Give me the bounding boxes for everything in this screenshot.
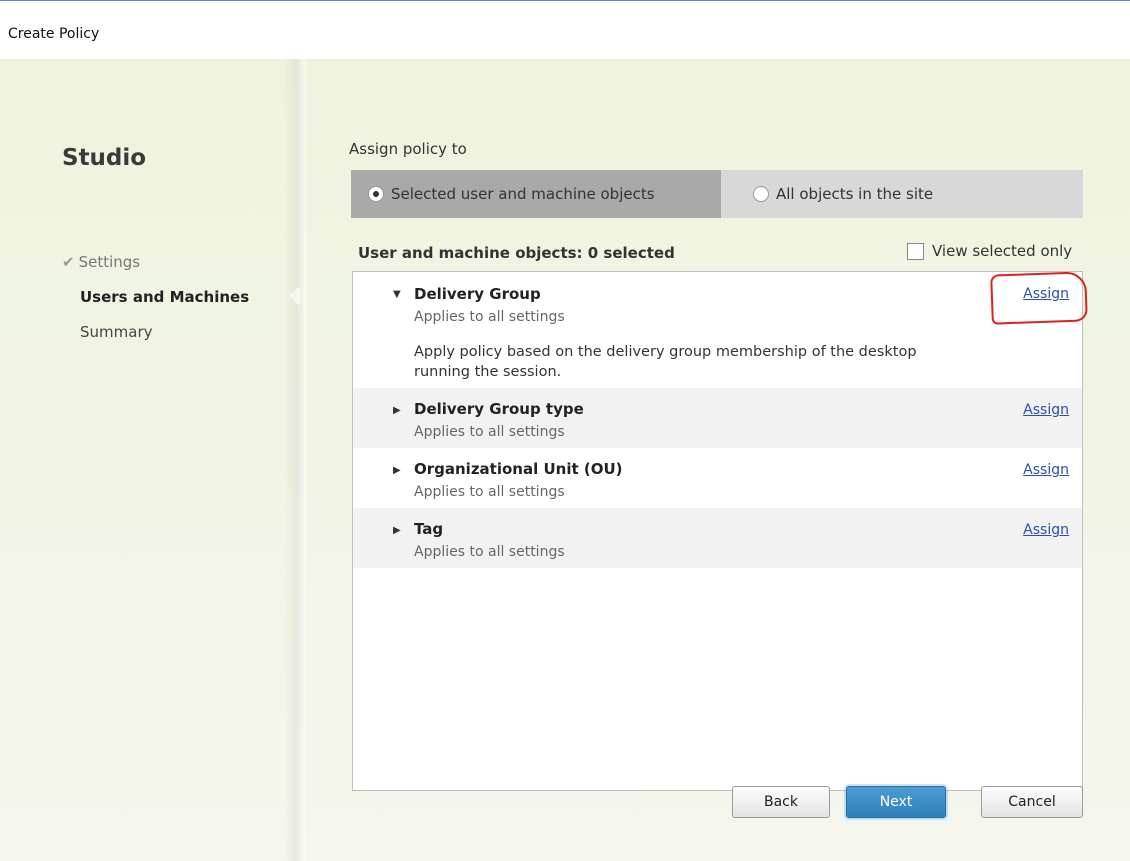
step-users-and-machines: Users and Machines [80, 288, 249, 306]
objects-list: ▼ Delivery Group Applies to all settings… [352, 271, 1083, 791]
option-selected-objects-label: Selected user and machine objects [391, 185, 655, 203]
objects-count-label: User and machine objects: 0 selected [358, 244, 675, 262]
list-item-delivery-group-type: ▶ Delivery Group type Applies to all set… [353, 388, 1082, 448]
assign-policy-selector: Selected user and machine objects All ob… [351, 170, 1083, 218]
caret-down-icon[interactable]: ▼ [393, 289, 401, 300]
step-settings-label: Settings [78, 253, 141, 271]
caret-right-icon[interactable]: ▶ [393, 465, 401, 476]
list-item-organizational-unit: ▶ Organizational Unit (OU) Applies to al… [353, 448, 1082, 508]
list-item-delivery-group: ▼ Delivery Group Applies to all settings… [353, 272, 1082, 388]
step-settings[interactable]: ✔ Settings [62, 253, 140, 271]
item-name: Tag [414, 520, 444, 538]
back-button[interactable]: Back [732, 786, 830, 818]
view-selected-label: View selected only [932, 242, 1073, 260]
title-bar: Create Policy [0, 1, 1130, 59]
assign-delivery-group-type-link[interactable]: Assign [1023, 402, 1069, 418]
option-selected-objects[interactable]: Selected user and machine objects [351, 170, 721, 218]
step-users-and-machines-label: Users and Machines [80, 288, 250, 306]
assign-policy-label: Assign policy to [349, 140, 467, 158]
wizard-sidebar: Studio ✔ Settings Users and Machines Summ… [0, 59, 300, 861]
step-summary-label: Summary [80, 323, 153, 341]
caret-right-icon[interactable]: ▶ [393, 405, 401, 416]
checkmark-icon: ✔ [62, 253, 75, 271]
caret-right-icon[interactable]: ▶ [393, 525, 401, 536]
view-selected-only-toggle[interactable]: View selected only [907, 242, 1072, 260]
item-subtitle: Applies to all settings [414, 424, 565, 440]
cancel-button[interactable]: Cancel [981, 786, 1083, 818]
item-subtitle: Applies to all settings [414, 309, 565, 325]
window-title: Create Policy [8, 26, 100, 42]
step-summary: Summary [80, 323, 153, 341]
studio-brand: Studio [62, 145, 147, 171]
assign-delivery-group-link[interactable]: Assign [1023, 286, 1069, 302]
assign-tag-link[interactable]: Assign [1023, 522, 1069, 538]
item-subtitle: Applies to all settings [414, 484, 565, 500]
current-step-pointer [288, 286, 300, 306]
item-name: Delivery Group [414, 285, 541, 303]
option-all-objects-label: All objects in the site [776, 185, 934, 203]
item-subtitle: Applies to all settings [414, 544, 565, 560]
next-button[interactable]: Next [846, 786, 946, 818]
view-selected-checkbox[interactable] [907, 242, 924, 260]
option-all-objects[interactable]: All objects in the site [736, 170, 1081, 218]
main-panel: Assign policy to Selected user and machi… [300, 59, 1130, 861]
radio-unselected-icon [753, 186, 769, 202]
wizard-content: Studio ✔ Settings Users and Machines Summ… [0, 59, 1130, 861]
assign-organizational-unit-link[interactable]: Assign [1023, 462, 1069, 478]
item-description: Apply policy based on the delivery group… [414, 344, 917, 380]
list-item-tag: ▶ Tag Applies to all settings Assign [353, 508, 1082, 568]
item-name: Delivery Group type [414, 400, 584, 418]
radio-selected-icon [368, 186, 384, 202]
item-name: Organizational Unit (OU) [414, 460, 623, 478]
